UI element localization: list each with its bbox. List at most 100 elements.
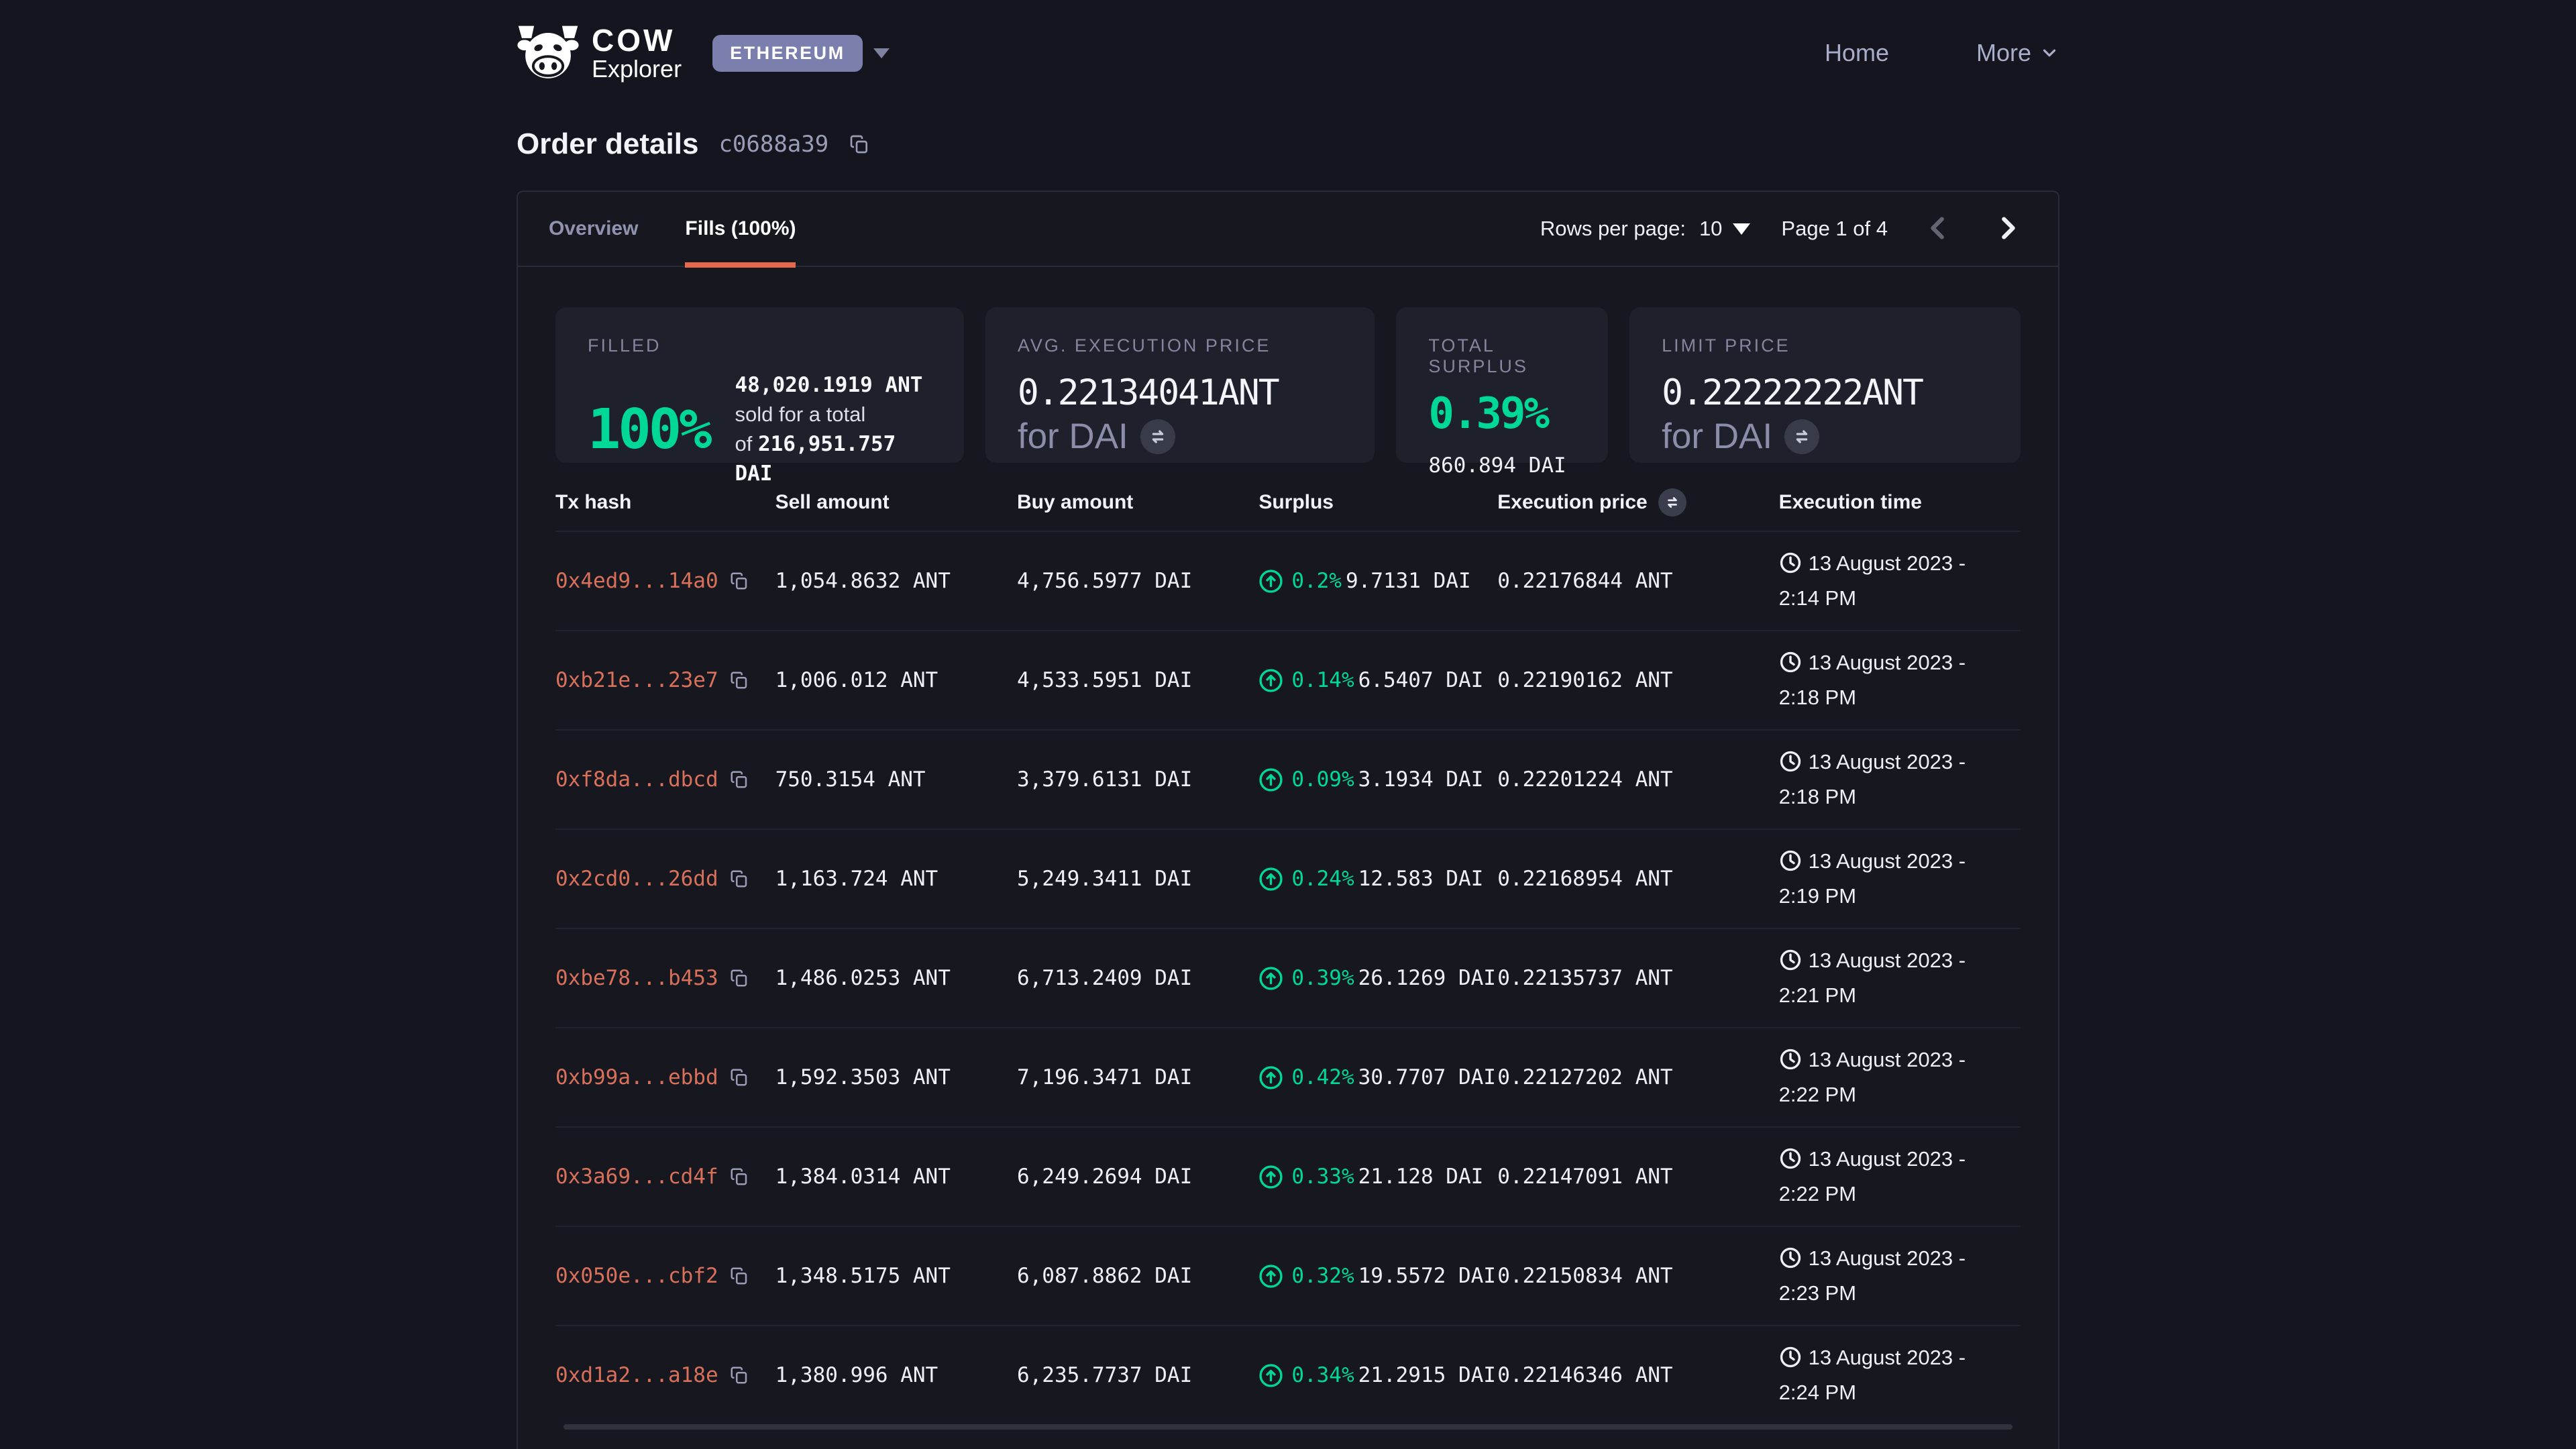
column-header-surplus: Surplus bbox=[1258, 491, 1497, 514]
clock-icon bbox=[1779, 1147, 1802, 1179]
rows-per-page-select[interactable]: 10 bbox=[1699, 217, 1750, 241]
arrow-up-circle-icon bbox=[1258, 1363, 1283, 1388]
tx-hash-link[interactable]: 0xb99a...ebbd bbox=[555, 1065, 718, 1089]
previous-page-button[interactable] bbox=[1919, 213, 1957, 246]
surplus-cell: 0.33% 21.128 DAI bbox=[1258, 1165, 1497, 1189]
copy-icon bbox=[729, 769, 749, 790]
execution-price-invert-button[interactable] bbox=[1658, 488, 1686, 517]
table-row: 0x3a69...cd4f 1,384.0314 ANT 6,249.2694 … bbox=[555, 1126, 2021, 1226]
copy-icon bbox=[729, 1067, 749, 1087]
tx-hash-link[interactable]: 0xb21e...23e7 bbox=[555, 668, 718, 692]
swap-icon bbox=[1664, 494, 1681, 511]
network-caret-down-icon bbox=[873, 48, 890, 58]
surplus-percent: 0.24% bbox=[1291, 867, 1354, 891]
tx-hash-link[interactable]: 0xf8da...dbcd bbox=[555, 767, 718, 792]
arrow-up-circle-icon bbox=[1258, 569, 1283, 594]
surplus-percent: 0.42% bbox=[1291, 1065, 1354, 1089]
table-row: 0x2cd0...26dd 1,163.724 ANT 5,249.3411 D… bbox=[555, 828, 2021, 928]
fills-table: Tx hash Sell amount Buy amount Surplus E… bbox=[555, 474, 2021, 1430]
rows-per-page-caret-icon bbox=[1733, 223, 1750, 235]
copy-tx-hash-button[interactable] bbox=[729, 869, 749, 889]
copy-order-hash-button[interactable] bbox=[849, 133, 870, 155]
execution-time-text: 13 August 2023 - 2:19 PM bbox=[1779, 849, 1966, 908]
avg-price-invert-button[interactable] bbox=[1140, 419, 1175, 454]
rows-per-page-value: 10 bbox=[1699, 217, 1722, 241]
execution-price-cell: 0.22150834 ANT bbox=[1497, 1264, 1778, 1288]
execution-time-text: 13 August 2023 - 2:23 PM bbox=[1779, 1246, 1966, 1305]
tx-hash-link[interactable]: 0x4ed9...14a0 bbox=[555, 569, 718, 593]
tab-overview[interactable]: Overview bbox=[549, 191, 638, 266]
copy-tx-hash-button[interactable] bbox=[729, 571, 749, 591]
buy-amount-cell: 5,249.3411 DAI bbox=[1017, 867, 1258, 891]
execution-time-cell: 13 August 2023 - 2:22 PM bbox=[1779, 1144, 2021, 1210]
sell-amount-cell: 1,348.5175 ANT bbox=[775, 1264, 1017, 1288]
network-badge[interactable]: ETHEREUM bbox=[712, 35, 863, 72]
next-page-button[interactable] bbox=[1988, 213, 2027, 246]
table-row: 0xbe78...b453 1,486.0253 ANT 6,713.2409 … bbox=[555, 928, 2021, 1027]
copy-icon bbox=[729, 968, 749, 988]
chevron-down-icon bbox=[2039, 43, 2059, 63]
copy-tx-hash-button[interactable] bbox=[729, 968, 749, 988]
surplus-percent: 0.39% bbox=[1291, 966, 1354, 990]
clock-icon bbox=[1779, 1246, 1802, 1279]
buy-amount-cell: 6,249.2694 DAI bbox=[1017, 1165, 1258, 1189]
tx-hash-link[interactable]: 0x3a69...cd4f bbox=[555, 1165, 718, 1189]
surplus-percent: 0.2% bbox=[1291, 569, 1342, 593]
execution-time-cell: 13 August 2023 - 2:14 PM bbox=[1779, 548, 2021, 614]
table-row: 0xd1a2...a18e 1,380.996 ANT 6,235.7737 D… bbox=[555, 1325, 2021, 1424]
surplus-percent: 0.09% bbox=[1291, 767, 1354, 792]
copy-icon bbox=[729, 571, 749, 591]
surplus-cell: 0.42% 30.7707 DAI bbox=[1258, 1065, 1497, 1090]
copy-tx-hash-button[interactable] bbox=[729, 1167, 749, 1187]
copy-tx-hash-button[interactable] bbox=[729, 1266, 749, 1286]
execution-time-text: 13 August 2023 - 2:14 PM bbox=[1779, 551, 1966, 610]
summary-cards: FILLED 100% 48,020.1919 ANT sold for a t… bbox=[555, 307, 2021, 463]
main-nav: Home More bbox=[1825, 39, 2059, 67]
page-title: Order details bbox=[517, 127, 698, 161]
nav-item-home[interactable]: Home bbox=[1825, 39, 1889, 67]
tx-hash-link[interactable]: 0xd1a2...a18e bbox=[555, 1363, 718, 1387]
tx-hash-link[interactable]: 0x2cd0...26dd bbox=[555, 867, 718, 891]
execution-price-cell: 0.22201224 ANT bbox=[1497, 767, 1778, 792]
execution-price-cell: 0.22146346 ANT bbox=[1497, 1363, 1778, 1387]
logo-wordmark: COW Explorer bbox=[592, 24, 682, 82]
total-surplus-card: TOTAL SURPLUS 0.39% 860.894 DAI bbox=[1396, 307, 1608, 463]
clock-icon bbox=[1779, 1048, 1802, 1080]
logo-title: COW bbox=[592, 24, 682, 56]
surplus-amount: 21.128 DAI bbox=[1358, 1165, 1484, 1189]
copy-tx-hash-button[interactable] bbox=[729, 670, 749, 690]
clock-icon bbox=[1779, 849, 1802, 881]
copy-icon bbox=[729, 1365, 749, 1385]
copy-icon bbox=[729, 869, 749, 889]
chevron-right-icon bbox=[1992, 213, 2023, 244]
tx-hash-link[interactable]: 0x050e...cbf2 bbox=[555, 1264, 718, 1288]
surplus-cell: 0.09% 3.1934 DAI bbox=[1258, 767, 1497, 792]
tab-bar: Overview Fills (100%) Rows per page: 10 … bbox=[518, 192, 2058, 267]
arrow-up-circle-icon bbox=[1258, 1165, 1283, 1189]
copy-icon bbox=[849, 133, 870, 155]
tab-fills[interactable]: Fills (100%) bbox=[685, 191, 796, 266]
surplus-amount: 19.5572 DAI bbox=[1358, 1264, 1496, 1288]
column-header-execution-price: Execution price bbox=[1497, 491, 1647, 514]
nav-item-more[interactable]: More bbox=[1976, 39, 2059, 67]
total-surplus-percent: 0.39% bbox=[1428, 389, 1576, 439]
execution-time-cell: 13 August 2023 - 2:18 PM bbox=[1779, 647, 2021, 714]
sell-amount-cell: 1,384.0314 ANT bbox=[775, 1165, 1017, 1189]
cow-explorer-logo[interactable]: COW Explorer bbox=[517, 24, 682, 82]
copy-tx-hash-button[interactable] bbox=[729, 1067, 749, 1087]
copy-tx-hash-button[interactable] bbox=[729, 1365, 749, 1385]
copy-tx-hash-button[interactable] bbox=[729, 769, 749, 790]
tx-hash-link[interactable]: 0xbe78...b453 bbox=[555, 966, 718, 990]
execution-price-cell: 0.22168954 ANT bbox=[1497, 867, 1778, 891]
avg-execution-price-card: AVG. EXECUTION PRICE 0.22134041ANT for D… bbox=[985, 307, 1375, 463]
buy-amount-cell: 7,196.3471 DAI bbox=[1017, 1065, 1258, 1089]
surplus-amount: 12.583 DAI bbox=[1358, 867, 1484, 891]
buy-amount-cell: 6,235.7737 DAI bbox=[1017, 1363, 1258, 1387]
buy-amount-cell: 4,533.5951 DAI bbox=[1017, 668, 1258, 692]
total-surplus-amount: 860.894 DAI bbox=[1428, 453, 1576, 478]
network-selector[interactable]: ETHEREUM bbox=[712, 35, 890, 72]
surplus-cell: 0.32% 19.5572 DAI bbox=[1258, 1264, 1497, 1289]
horizontal-scrollbar[interactable] bbox=[564, 1424, 2012, 1430]
limit-price-invert-button[interactable] bbox=[1784, 419, 1819, 454]
table-row: 0xf8da...dbcd 750.3154 ANT 3,379.6131 DA… bbox=[555, 729, 2021, 828]
